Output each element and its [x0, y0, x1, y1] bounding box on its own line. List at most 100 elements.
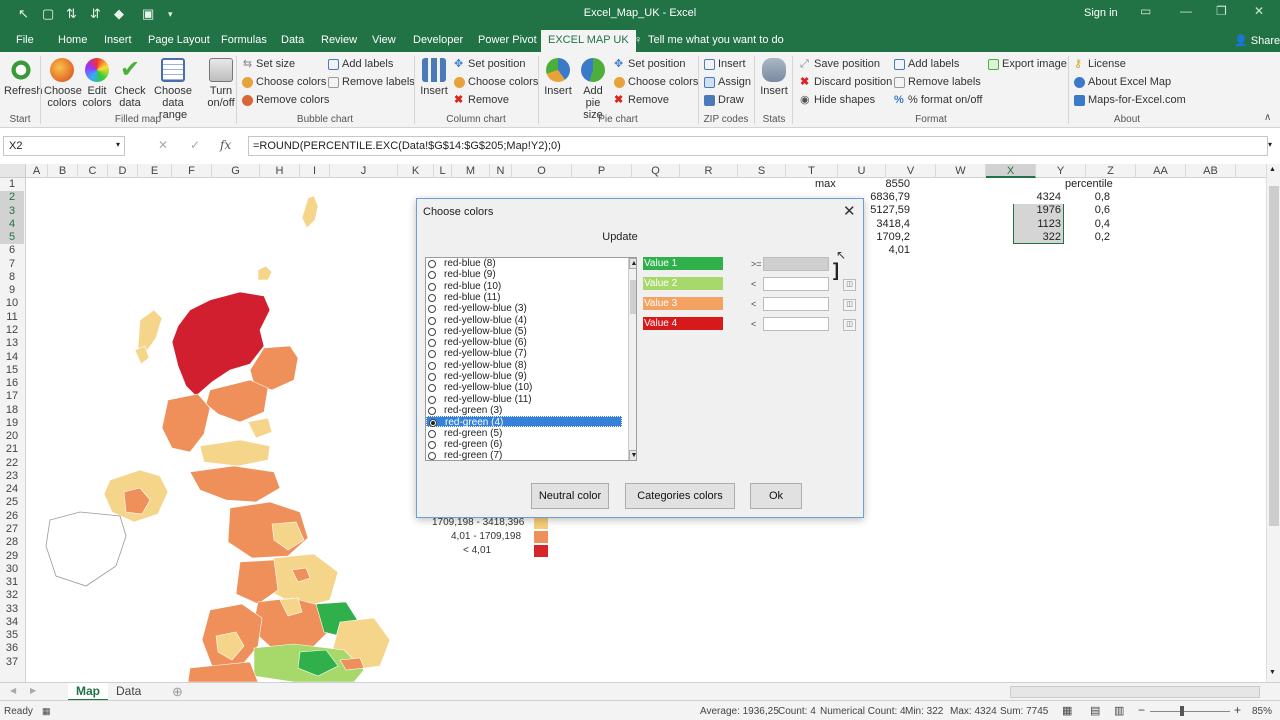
- row-header-23[interactable]: 23: [0, 470, 24, 483]
- column-header-a[interactable]: A: [26, 164, 48, 178]
- cell-U5[interactable]: 1709,2: [862, 231, 910, 244]
- column-header-k[interactable]: K: [398, 164, 434, 178]
- color-scheme-option[interactable]: red-yellow-blue (11): [426, 394, 622, 405]
- radio-icon[interactable]: [428, 440, 436, 449]
- sign-in-link[interactable]: Sign in: [1084, 7, 1118, 19]
- color-scheme-option[interactable]: red-yellow-blue (5): [426, 326, 622, 337]
- color-scheme-option[interactable]: red-blue (11): [426, 292, 622, 303]
- map-region-south-west[interactable]: [187, 661, 259, 682]
- macro-record-icon[interactable]: ▦: [42, 706, 51, 717]
- tab-view[interactable]: View: [372, 34, 396, 46]
- bubble-set-size-button[interactable]: ⇆ Set size: [242, 58, 295, 70]
- maps-site-link[interactable]: Maps-for-Excel.com: [1074, 94, 1186, 106]
- horizontal-scrollbar[interactable]: [1010, 686, 1260, 698]
- bubble-choose-colors-button[interactable]: Choose colors: [242, 76, 326, 88]
- page-layout-view-icon[interactable]: ▤: [1090, 704, 1100, 717]
- zip-draw-button[interactable]: Draw: [704, 94, 744, 106]
- share-button[interactable]: 👤 Share: [1234, 34, 1280, 47]
- maximize-icon[interactable]: ❐: [1216, 4, 1227, 18]
- column-header-s[interactable]: S: [738, 164, 786, 178]
- tab-file[interactable]: File: [16, 34, 34, 46]
- row-header-26[interactable]: 26: [0, 510, 24, 523]
- tab-review[interactable]: Review: [321, 34, 357, 46]
- neutral-color-button[interactable]: Neutral color: [531, 483, 609, 509]
- sheet-scroll-up-icon[interactable]: ▲: [1269, 166, 1276, 173]
- column-header-x[interactable]: X: [986, 164, 1036, 178]
- row-header-1[interactable]: 1: [0, 178, 24, 191]
- normal-view-icon[interactable]: ▦: [1062, 704, 1072, 717]
- row-header-28[interactable]: 28: [0, 536, 24, 549]
- choose-colors-button[interactable]: Choose colors: [44, 58, 82, 109]
- row-header-9[interactable]: 9: [0, 284, 24, 297]
- cell-Y1[interactable]: percentile: [1065, 178, 1113, 191]
- row-header-20[interactable]: 20: [0, 430, 24, 443]
- list-scrollbar[interactable]: ▲ ▼: [628, 258, 636, 460]
- select-all-corner[interactable]: [0, 164, 26, 178]
- column-header-l[interactable]: L: [434, 164, 452, 178]
- row-header-24[interactable]: 24: [0, 483, 24, 496]
- radio-icon[interactable]: [428, 271, 436, 280]
- dialog-close-icon[interactable]: ✕: [843, 202, 856, 220]
- cancel-icon[interactable]: ✕: [158, 138, 168, 152]
- radio-icon[interactable]: [428, 282, 436, 291]
- categories-colors-button[interactable]: Categories colors: [625, 483, 735, 509]
- cell-Y2[interactable]: 0,8: [1066, 191, 1110, 204]
- radio-icon[interactable]: [428, 293, 436, 302]
- zoom-level[interactable]: 85%: [1252, 706, 1272, 717]
- tab-excel-map-uk[interactable]: EXCEL MAP UK: [541, 30, 636, 52]
- map-region-central-belt[interactable]: [199, 439, 271, 467]
- column-header-y[interactable]: Y: [1036, 164, 1086, 178]
- map-region-argyll[interactable]: [161, 393, 211, 453]
- cell-Y4[interactable]: 0,4: [1066, 218, 1110, 231]
- export-image-button[interactable]: Export image: [988, 58, 1067, 70]
- bubble-remove-labels-button[interactable]: Remove labels: [328, 76, 415, 88]
- sheet-next-icon[interactable]: ▶: [30, 686, 36, 695]
- discard-position-button[interactable]: ✖ Discard position: [800, 76, 892, 88]
- sheet-vertical-scrollbar[interactable]: ▲ ▼: [1266, 164, 1280, 682]
- row-header-34[interactable]: 34: [0, 616, 24, 629]
- column-header-z[interactable]: Z: [1086, 164, 1136, 178]
- save-position-button[interactable]: ⤢ Save position: [800, 58, 880, 70]
- radio-icon[interactable]: [428, 316, 436, 325]
- radio-icon[interactable]: [428, 429, 436, 438]
- column-remove-button[interactable]: ✖ Remove: [454, 94, 509, 106]
- tab-page-layout[interactable]: Page Layout: [148, 34, 210, 46]
- column-header-b[interactable]: B: [48, 164, 78, 178]
- sheet-prev-icon[interactable]: ◀: [10, 686, 16, 695]
- license-button[interactable]: ⚷ License: [1074, 58, 1126, 70]
- edit-colors-button[interactable]: Edit colors: [82, 58, 112, 109]
- row-header-19[interactable]: 19: [0, 417, 24, 430]
- color-scheme-option[interactable]: red-yellow-blue (4): [426, 315, 622, 326]
- turn-onoff-button[interactable]: Turn on/off: [204, 58, 238, 109]
- zoom-slider[interactable]: [1150, 711, 1230, 712]
- value-2-input[interactable]: [763, 277, 829, 291]
- color-scheme-option[interactable]: red-green (4): [426, 416, 622, 428]
- scroll-down-icon[interactable]: ▼: [629, 450, 636, 460]
- radio-icon[interactable]: [428, 406, 436, 415]
- sheet-scroll-down-icon[interactable]: ▼: [1269, 669, 1276, 676]
- pie-set-position-button[interactable]: ✥ Set position: [614, 58, 685, 70]
- color-scheme-option[interactable]: red-blue (9): [426, 269, 622, 280]
- radio-icon[interactable]: [428, 384, 436, 393]
- row-header-15[interactable]: 15: [0, 364, 24, 377]
- map-region-shetland[interactable]: [301, 195, 319, 229]
- refresh-button[interactable]: Refresh: [4, 58, 43, 97]
- zip-insert-button[interactable]: Insert: [704, 58, 746, 70]
- radio-icon[interactable]: [428, 305, 436, 314]
- choose-data-range-button[interactable]: Choose data range: [148, 58, 198, 121]
- collapse-ribbon-icon[interactable]: ∧: [1264, 112, 1271, 123]
- color-scheme-option[interactable]: red-yellow-blue (10): [426, 382, 622, 393]
- column-header-v[interactable]: V: [886, 164, 936, 178]
- column-header-h[interactable]: H: [260, 164, 300, 178]
- row-header-36[interactable]: 36: [0, 642, 24, 655]
- row-header-32[interactable]: 32: [0, 589, 24, 602]
- tab-formulas[interactable]: Formulas: [221, 34, 267, 46]
- ok-button[interactable]: Ok: [750, 483, 802, 509]
- cell-X3[interactable]: 1976: [1013, 204, 1061, 217]
- cell-U4[interactable]: 3418,4: [862, 218, 910, 231]
- bubble-remove-colors-button[interactable]: Remove colors: [242, 94, 329, 106]
- column-header-f[interactable]: F: [172, 164, 212, 178]
- hide-shapes-button[interactable]: ◉ Hide shapes: [800, 94, 875, 106]
- color-scheme-option[interactable]: red-yellow-blue (7): [426, 348, 622, 359]
- column-header-q[interactable]: Q: [632, 164, 680, 178]
